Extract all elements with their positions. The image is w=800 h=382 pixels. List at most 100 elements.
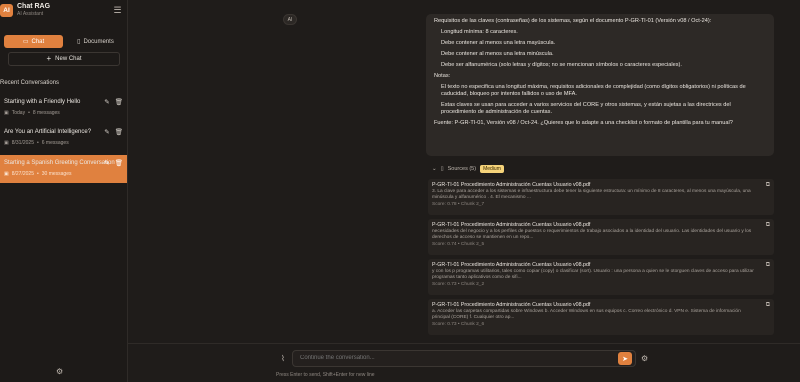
confidence-badge: Medium (480, 165, 504, 173)
conversation-item[interactable]: Starting with a Friendly Hello ▣ Today •… (0, 94, 127, 122)
conversation-title: Starting with a Friendly Hello (4, 99, 81, 105)
conversation-item[interactable]: Are You an Artificial Intelligence? ▣ 8/… (0, 124, 127, 152)
source-excerpt: y con los p programas utilitarios, tales… (432, 269, 754, 280)
send-button[interactable]: ➤ (618, 352, 632, 365)
app-title: Chat RAG (17, 3, 51, 10)
answer-source-line: Fuente: P-GR-TI-01, Versión v08 / Oct-24… (434, 120, 733, 126)
note-item: Estas claves se usan para acceder a vari… (441, 102, 731, 115)
conversation-message-count: 8 messages (32, 110, 60, 116)
source-card[interactable]: P-GR-TI-01 Procedimiento Administración … (428, 179, 774, 215)
source-title: P-GR-TI-01 Procedimiento Administración … (432, 222, 591, 228)
score-value: Score: 0.73 (432, 322, 457, 327)
conversation-meta: ▣ 8/27/2025 • 30 messages (4, 171, 72, 177)
requirement-item: Debe contener al menos una letra minúscu… (441, 51, 554, 57)
chunk-id: Chunk 2_2 (460, 282, 485, 287)
assistant-message: Requisitos de las claves (contraseñas) d… (426, 14, 774, 156)
delete-icon[interactable]: 🗑 (115, 159, 123, 167)
meta-separator: • (36, 171, 39, 177)
notes-heading: Notas: (434, 73, 451, 79)
requirement-item: Debe contener al menos una letra mayúscu… (441, 40, 556, 46)
sources-file-icon: ▯ (440, 166, 444, 172)
collapse-sidebar-icon[interactable]: ☰ (113, 6, 122, 15)
plus-icon: + (46, 54, 52, 63)
recent-conversations-heading: Recent Conversations (0, 80, 60, 86)
conversation-actions: ✎ 🗑 (104, 98, 123, 106)
message-input[interactable] (300, 355, 600, 361)
send-icon: ➤ (622, 355, 628, 363)
score-value: Score: 0.74 (432, 242, 457, 247)
source-title: P-GR-TI-01 Procedimiento Administración … (432, 262, 591, 268)
sidebar-tabs: ▭ Chat ▯ Documents (4, 35, 125, 48)
composer-settings-icon[interactable]: ⚙ (641, 354, 648, 363)
brand: AI Chat RAG AI Assistant (0, 3, 50, 17)
sources-toggle[interactable]: ⌄ ▯ Sources (5) Medium (432, 165, 504, 173)
conversation-item-active[interactable]: Starting a Spanish Greeting Conversation… (0, 155, 127, 183)
external-link-icon[interactable]: ⧉ (766, 262, 770, 269)
new-chat-button[interactable]: + New Chat (8, 52, 120, 66)
conversation-title: Starting a Spanish Greeting Conversation (4, 160, 115, 166)
source-excerpt: necesidades del negocio y a los perfiles… (432, 229, 752, 240)
conversation-message-count: 6 messages (41, 140, 69, 146)
chat-main: AI Requisitos de las claves (contraseñas… (128, 0, 800, 382)
message-composer (292, 350, 636, 367)
tab-documents-label: Documents (83, 38, 114, 45)
meta-separator: • (36, 140, 39, 146)
paperclip-icon[interactable]: ⌇ (281, 354, 285, 363)
app-subtitle: AI Assistant (17, 11, 44, 17)
delete-icon[interactable]: 🗑 (115, 128, 123, 136)
source-title: P-GR-TI-01 Procedimiento Administración … (432, 182, 591, 188)
external-link-icon[interactable]: ⧉ (766, 182, 770, 189)
sources-label: Sources (5) (447, 166, 477, 172)
score-value: Score: 0.73 (432, 282, 457, 287)
conversation-meta: ▣ Today • 8 messages (4, 110, 60, 116)
calendar-icon: ▣ (4, 140, 9, 146)
document-icon: ▯ (77, 39, 81, 45)
answer-intro: Requisitos de las claves (contraseñas) d… (434, 18, 712, 24)
source-card[interactable]: P-GR-TI-01 Procedimiento Administración … (428, 299, 774, 335)
source-title: P-GR-TI-01 Procedimiento Administración … (432, 302, 591, 308)
tab-documents[interactable]: ▯ Documents (66, 35, 125, 48)
external-link-icon[interactable]: ⧉ (766, 222, 770, 229)
source-score: Score: 0.74 • Chunk 2_5 (432, 242, 485, 247)
calendar-icon: ▣ (4, 171, 9, 177)
source-card[interactable]: P-GR-TI-01 Procedimiento Administración … (428, 219, 774, 255)
ai-avatar: AI (283, 14, 297, 25)
source-score: Score: 0.73 • Chunk 2_2 (432, 282, 485, 287)
tab-chat[interactable]: ▭ Chat (4, 35, 63, 48)
requirement-item: Debe ser alfanumérica (solo letras y díg… (441, 62, 682, 68)
edit-icon[interactable]: ✎ (104, 98, 109, 106)
settings-icon[interactable]: ⚙ (56, 367, 63, 376)
meta-separator: • (28, 110, 30, 116)
score-value: Score: 0.78 (432, 202, 457, 207)
requirement-item: Longitud mínima: 8 caracteres. (441, 29, 518, 35)
chunk-id: Chunk 2_5 (460, 242, 485, 247)
edit-icon[interactable]: ✎ (104, 159, 109, 167)
conversation-meta: ▣ 8/31/2025 • 6 messages (4, 140, 69, 146)
conversation-title: Are You an Artificial Intelligence? (4, 129, 92, 135)
sidebar: AI Chat RAG AI Assistant ☰ ▭ Chat ▯ Docu… (0, 0, 128, 382)
source-excerpt: 3. La clave para acceder a los sistemas … (432, 189, 751, 200)
conversation-date: Today (11, 110, 26, 116)
chunk-id: Chunk 2_7 (460, 202, 485, 207)
composer-hint: Press Enter to send, Shift+Enter for new… (276, 372, 375, 378)
tab-chat-label: Chat (31, 38, 45, 45)
conversation-actions: ✎ 🗑 (104, 159, 123, 167)
calendar-icon: ▣ (4, 110, 9, 116)
chat-icon: ▭ (22, 39, 29, 45)
source-excerpt: a. Acceder las carpetas compartidas sobr… (432, 309, 741, 320)
conversation-message-count: 30 messages (41, 171, 72, 177)
conversation-date: 8/31/2025 (11, 140, 34, 146)
note-item: El texto no especifica una longitud máxi… (441, 84, 746, 97)
source-score: Score: 0.78 • Chunk 2_7 (432, 202, 485, 207)
source-card[interactable]: P-GR-TI-01 Procedimiento Administración … (428, 259, 774, 295)
chunk-id: Chunk 2_6 (460, 322, 485, 327)
conversation-actions: ✎ 🗑 (104, 128, 123, 136)
new-chat-label: New Chat (55, 56, 82, 62)
app-logo: AI (0, 3, 13, 17)
chevron-down-icon: ⌄ (432, 166, 437, 172)
delete-icon[interactable]: 🗑 (115, 98, 123, 106)
edit-icon[interactable]: ✎ (104, 128, 109, 136)
source-score: Score: 0.73 • Chunk 2_6 (432, 322, 485, 327)
external-link-icon[interactable]: ⧉ (766, 302, 770, 309)
conversation-date: 8/27/2025 (11, 171, 34, 177)
